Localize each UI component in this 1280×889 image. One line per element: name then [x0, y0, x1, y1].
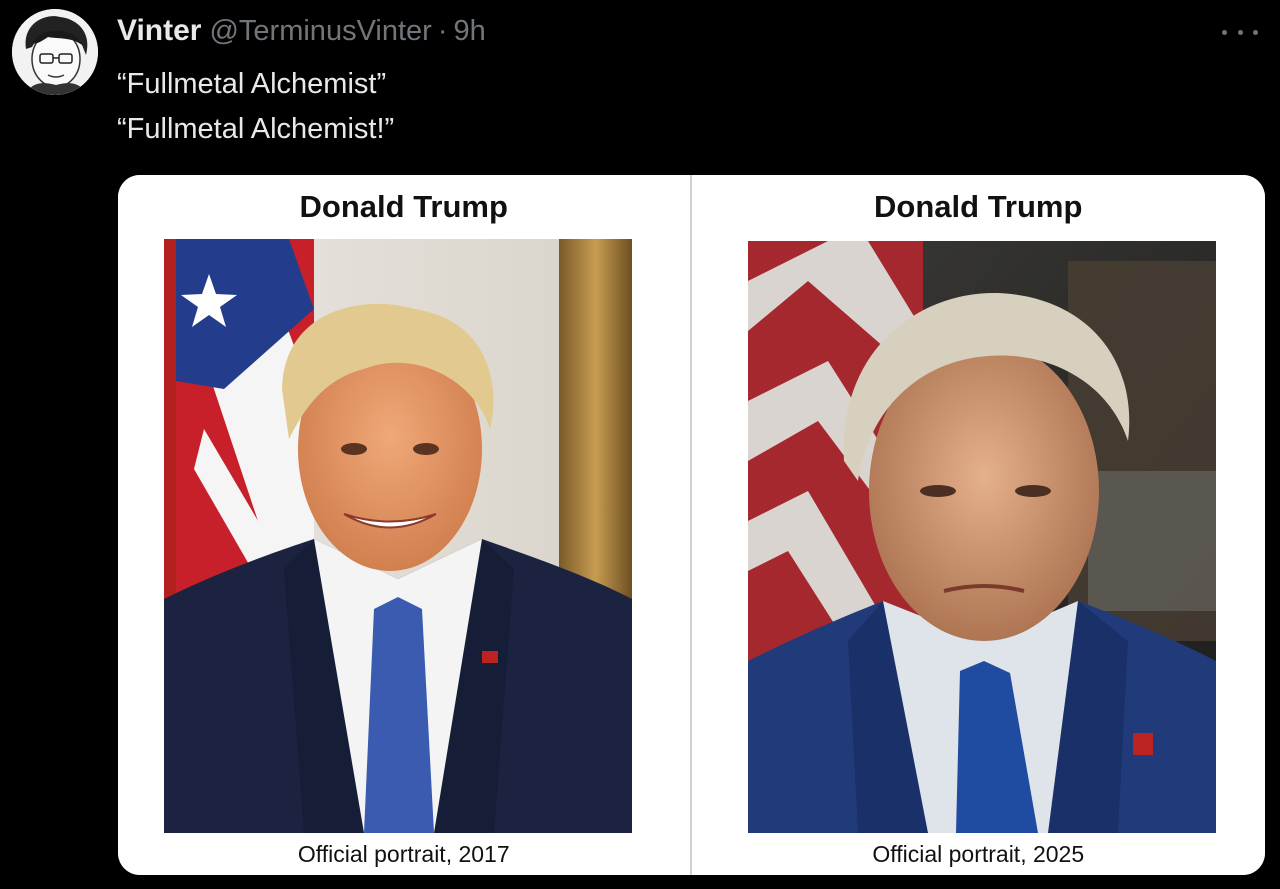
display-name[interactable]: Vinter [117, 14, 201, 48]
tweet-header: Vinter @TerminusVinter · 9h [117, 14, 486, 50]
more-options-icon[interactable] [1222, 20, 1258, 44]
timestamp[interactable]: 9h [453, 15, 485, 48]
panel-caption: Official portrait, 2017 [297, 841, 510, 867]
panel-caption: Official portrait, 2025 [872, 841, 1085, 867]
panel-title: Donald Trump [299, 189, 508, 224]
media-panel-left: Donald Trump Official portrait, 2017 [118, 175, 692, 875]
panel-title: Donald Trump [874, 189, 1083, 224]
portrait-photo [747, 241, 1216, 833]
dot-icon [1222, 29, 1227, 35]
tweet-media[interactable]: Donald Trump Official portrait, 2017 Don… [118, 175, 1265, 875]
tweet-line: “Fullmetal Alchemist” [117, 68, 387, 100]
media-panel-right: Donald Trump Official portrait, 2025 [691, 175, 1265, 875]
dot-icon [1253, 29, 1258, 35]
dot-icon [1237, 29, 1243, 35]
avatar[interactable] [12, 9, 98, 95]
tweet-text: “Fullmetal Alchemist” “Fullmetal Alchemi… [117, 62, 394, 152]
user-handle[interactable]: @TerminusVinter [209, 15, 431, 48]
portrait-photo [164, 239, 632, 833]
tweet-line: “Fullmetal Alchemist!” [117, 113, 395, 145]
separator: · [437, 15, 448, 47]
